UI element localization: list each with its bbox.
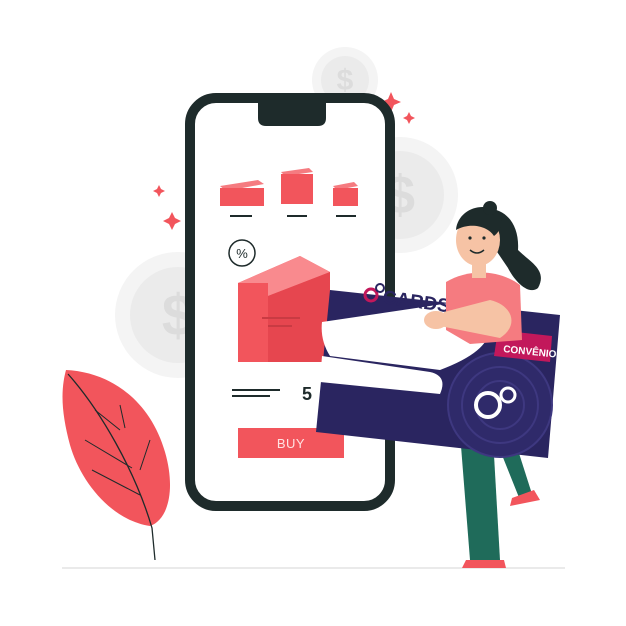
discount-badge: % (228, 239, 256, 267)
phone-notch (258, 96, 326, 126)
illustration-svg: $ $ $ % 5 CONVÊNIO CARDS (62, 47, 565, 569)
buy-button-label: BUY (276, 435, 306, 451)
sparkle-2 (403, 112, 415, 124)
coin-symbol-top: $ (337, 64, 354, 97)
sparkle-4 (163, 212, 181, 230)
leaf-plant (62, 370, 171, 561)
price-text: 5 (302, 384, 312, 404)
buy-button[interactable]: BUY (238, 428, 344, 458)
sparkle-3 (153, 185, 165, 197)
illustration-canvas: $ $ $ % 5 CONVÊNIO CARDS BUY (0, 0, 626, 626)
credit-card: CONVÊNIO CARDS (316, 283, 560, 458)
percent-text: % (236, 246, 248, 261)
